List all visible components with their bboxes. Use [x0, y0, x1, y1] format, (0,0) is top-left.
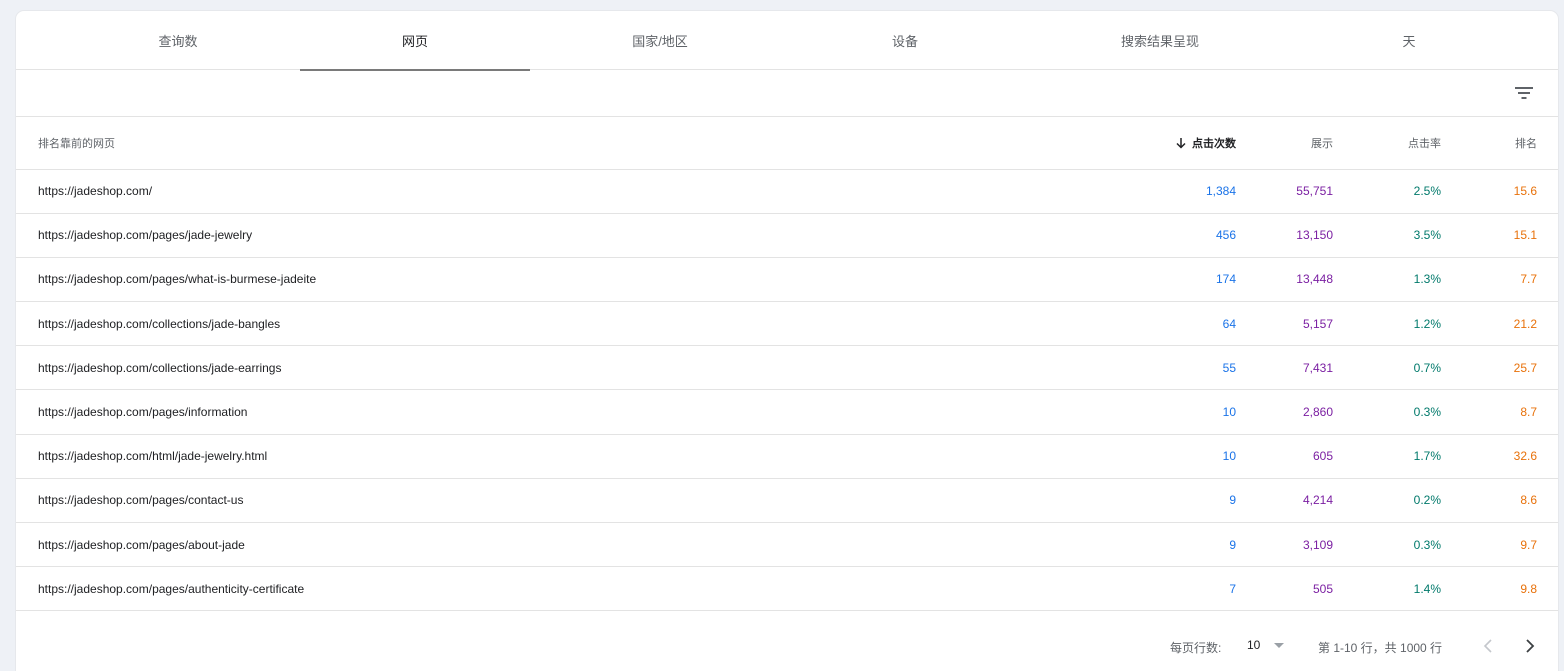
ctr-value: 0.2% — [1413, 493, 1441, 508]
impressions-value: 3,109 — [1302, 537, 1333, 552]
header-clicks-label: 点击次数 — [1192, 137, 1236, 150]
clicks-value: 9 — [1229, 493, 1236, 508]
table-row[interactable]: https://jadeshop.com/pages/what-is-burme… — [16, 257, 1558, 302]
clicks-value: 1,384 — [1205, 184, 1236, 199]
page-url: https://jadeshop.com/pages/about-jade — [38, 537, 245, 552]
page-url: https://jadeshop.com/pages/what-is-burme… — [38, 272, 317, 287]
filter-button[interactable] — [1512, 81, 1536, 105]
dimension-tabs: 查询数 网页 国家/地区 设备 搜索结果呈现 天 — [16, 11, 1558, 71]
ctr-value: 0.3% — [1413, 537, 1441, 552]
table-row[interactable]: https://jadeshop.com/pages/about-jade 9 … — [16, 523, 1558, 567]
clicks-value: 456 — [1215, 228, 1236, 243]
header-clicks[interactable]: 点击次数 — [1016, 117, 1236, 169]
table-row[interactable]: https://jadeshop.com/ 1,384 55,751 2.5% … — [16, 169, 1558, 214]
header-top-pages: 排名靠前的网页 — [38, 137, 115, 150]
page-url: https://jadeshop.com/ — [38, 184, 153, 199]
position-value: 15.6 — [1513, 184, 1537, 199]
pages-table: 排名靠前的网页 点击次数 展示 点击率 排名 https://jadeshop.… — [16, 117, 1558, 611]
header-impressions[interactable]: 展示 — [1236, 117, 1333, 169]
table-row[interactable]: https://jadeshop.com/pages/authenticity-… — [16, 567, 1558, 611]
impressions-value: 2,860 — [1302, 405, 1333, 420]
arrow-down-icon — [1176, 138, 1186, 149]
table-row[interactable]: https://jadeshop.com/html/jade-jewelry.h… — [16, 434, 1558, 479]
position-value: 25.7 — [1513, 360, 1537, 375]
table-header-row: 排名靠前的网页 点击次数 展示 点击率 排名 — [16, 117, 1558, 169]
page-url: https://jadeshop.com/pages/jade-jewelry — [38, 228, 253, 243]
header-position[interactable]: 排名 — [1441, 117, 1558, 169]
ctr-value: 0.7% — [1413, 360, 1441, 375]
clicks-value: 10 — [1222, 405, 1236, 420]
clicks-value: 7 — [1229, 581, 1236, 596]
clicks-value: 64 — [1222, 316, 1236, 331]
performance-card: 查询数 网页 国家/地区 设备 搜索结果呈现 天 排名靠前的网页 点击次数 展示… — [16, 11, 1558, 671]
tab-devices[interactable]: 设备 — [790, 11, 1020, 70]
page-range-text: 第 1-10 行，共 1000 行 — [1318, 641, 1443, 655]
table-toolbar — [16, 70, 1558, 117]
page-url: https://jadeshop.com/pages/contact-us — [38, 493, 244, 508]
impressions-value: 7,431 — [1302, 360, 1333, 375]
position-value: 15.1 — [1513, 228, 1537, 243]
chevron-left-icon — [1483, 639, 1492, 653]
clicks-value: 174 — [1215, 272, 1236, 287]
position-value: 21.2 — [1513, 316, 1537, 331]
previous-page-button[interactable] — [1478, 636, 1498, 656]
table-row[interactable]: https://jadeshop.com/collections/jade-ba… — [16, 302, 1558, 346]
impressions-value: 505 — [1312, 581, 1333, 596]
table-row[interactable]: https://jadeshop.com/pages/contact-us 9 … — [16, 478, 1558, 523]
position-value: 32.6 — [1513, 449, 1537, 464]
ctr-value: 3.5% — [1413, 228, 1441, 243]
tab-pages[interactable]: 网页 — [300, 11, 530, 71]
page-url: https://jadeshop.com/pages/information — [38, 405, 248, 420]
page-url: https://jadeshop.com/collections/jade-ea… — [38, 360, 282, 375]
position-value: 9.7 — [1520, 537, 1537, 552]
header-ctr[interactable]: 点击率 — [1333, 117, 1441, 169]
table-row[interactable]: https://jadeshop.com/pages/jade-jewelry … — [16, 213, 1558, 258]
impressions-value: 4,214 — [1302, 493, 1333, 508]
ctr-value: 1.2% — [1413, 316, 1441, 331]
position-value: 7.7 — [1520, 272, 1537, 287]
table-row[interactable]: https://jadeshop.com/collections/jade-ea… — [16, 346, 1558, 390]
filter-icon — [1515, 87, 1533, 99]
position-value: 9.8 — [1520, 581, 1537, 596]
dropdown-caret-icon — [1274, 642, 1285, 648]
position-value: 8.6 — [1520, 493, 1537, 508]
ctr-value: 1.3% — [1413, 272, 1441, 287]
table-row[interactable]: https://jadeshop.com/pages/information 1… — [16, 390, 1558, 435]
chevron-right-icon — [1526, 639, 1535, 653]
tab-search-appearance[interactable]: 搜索结果呈现 — [1045, 11, 1275, 70]
page-url: https://jadeshop.com/html/jade-jewelry.h… — [38, 449, 268, 464]
pagination-bar: 每页行数: 10 第 1-10 行，共 1000 行 — [16, 620, 1558, 670]
ctr-value: 2.5% — [1413, 184, 1441, 199]
tab-dates[interactable]: 天 — [1294, 11, 1524, 70]
clicks-value: 10 — [1222, 449, 1236, 464]
impressions-value: 605 — [1312, 449, 1333, 464]
clicks-value: 9 — [1229, 537, 1236, 552]
position-value: 8.7 — [1520, 405, 1537, 420]
ctr-value: 1.4% — [1413, 581, 1441, 596]
tab-countries[interactable]: 国家/地区 — [545, 11, 775, 70]
rows-per-page-label: 每页行数: — [1170, 641, 1222, 655]
tab-queries[interactable]: 查询数 — [63, 11, 293, 70]
impressions-value: 55,751 — [1296, 184, 1333, 199]
impressions-value: 13,150 — [1296, 228, 1333, 243]
clicks-value: 55 — [1222, 360, 1236, 375]
impressions-value: 5,157 — [1302, 316, 1333, 331]
ctr-value: 1.7% — [1413, 449, 1441, 464]
page-url: https://jadeshop.com/pages/authenticity-… — [38, 581, 305, 596]
page-url: https://jadeshop.com/collections/jade-ba… — [38, 316, 281, 331]
next-page-button[interactable] — [1520, 636, 1540, 656]
ctr-value: 0.3% — [1413, 405, 1441, 420]
impressions-value: 13,448 — [1296, 272, 1333, 287]
